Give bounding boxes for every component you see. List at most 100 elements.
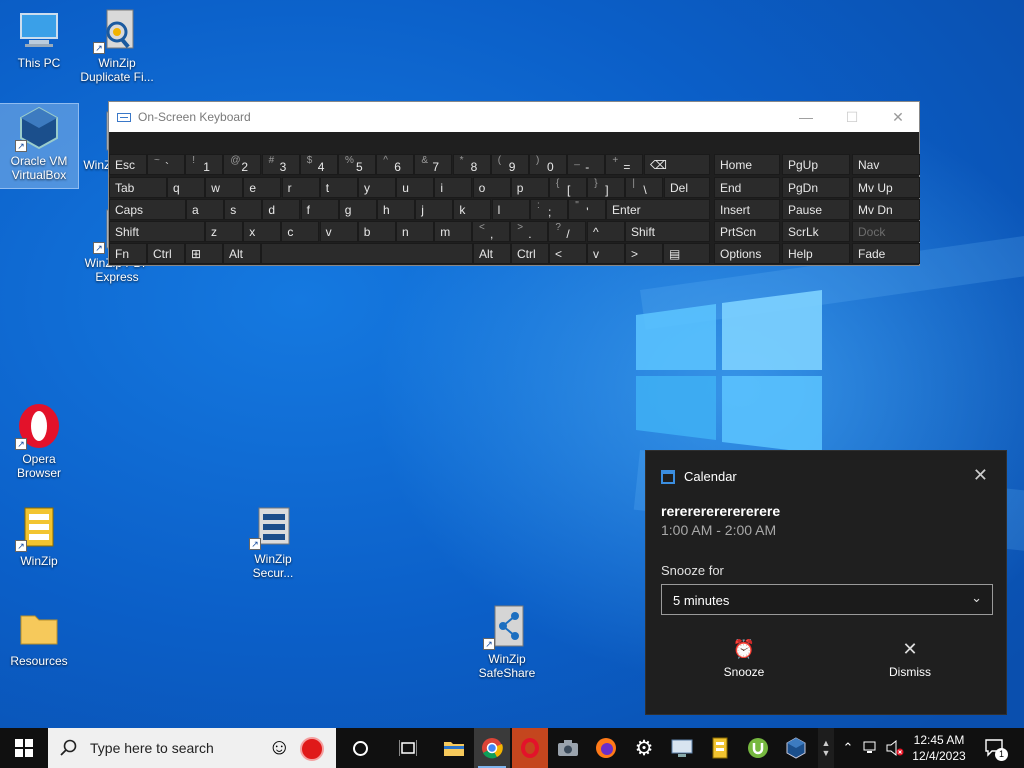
- taskbar-search-box[interactable]: Type here to search ☺: [48, 728, 336, 768]
- calendar-reminder-toast[interactable]: Calendar ✕ rerererererererere 1:00 AM - …: [645, 450, 1007, 715]
- desktop-icon-virtualbox[interactable]: ↗ Oracle VM VirtualBox: [0, 103, 79, 189]
- taskbar-clock[interactable]: 12:45 AM 12/4/2023: [908, 732, 970, 764]
- key-prtscn[interactable]: PrtScn: [714, 221, 780, 242]
- key-][interactable]: }]: [587, 177, 626, 198]
- key-fade[interactable]: Fade: [852, 243, 920, 264]
- desktop-icon-winzip[interactable]: ↗ WinZip: [0, 504, 78, 568]
- key-q[interactable]: q: [167, 177, 205, 198]
- key-6[interactable]: ^ 6: [376, 154, 415, 175]
- winzip-taskbar-button[interactable]: [702, 728, 738, 768]
- desktop-icon-opera[interactable]: ↗ Opera Browser: [0, 402, 78, 480]
- key-8[interactable]: * 8: [452, 154, 491, 175]
- desktop-icon-winzip-secure[interactable]: ↗ WinZip Secur...: [234, 502, 312, 580]
- key-pause[interactable]: Pause: [782, 199, 850, 220]
- key-fn[interactable]: Fn: [109, 243, 147, 264]
- network-status-button[interactable]: [860, 728, 882, 768]
- key-j[interactable]: j: [415, 199, 454, 220]
- key-4[interactable]: $4: [299, 154, 338, 175]
- key-3[interactable]: #3: [261, 154, 300, 175]
- key-caps[interactable]: Caps: [109, 199, 186, 220]
- taskbar-scroll-arrows[interactable]: ▲ ▼: [818, 728, 834, 768]
- key-,[interactable]: <,: [472, 221, 510, 242]
- key-down[interactable]: v: [587, 243, 625, 264]
- key-t[interactable]: t: [319, 177, 358, 198]
- key-x[interactable]: x: [243, 221, 282, 242]
- minimize-button[interactable]: —: [783, 102, 829, 132]
- key-s[interactable]: s: [224, 199, 263, 220]
- key-backspace[interactable]: ⌫: [644, 154, 710, 175]
- key-mv-up[interactable]: Mv Up: [852, 177, 920, 198]
- key-enter[interactable]: Enter: [606, 199, 710, 220]
- snooze-duration-select[interactable]: 5 minutes ⌄: [661, 584, 993, 615]
- key-n[interactable]: n: [396, 221, 434, 242]
- firefox-button[interactable]: [588, 728, 624, 768]
- key-pgdn[interactable]: PgDn: [782, 177, 850, 198]
- key-help[interactable]: Help: [782, 243, 850, 264]
- key-windows[interactable]: ⊞: [185, 243, 223, 264]
- key-5[interactable]: % 5: [338, 154, 376, 175]
- key-pgup[interactable]: PgUp: [782, 154, 850, 175]
- key-;[interactable]: :;: [530, 199, 568, 220]
- key-shift-left[interactable]: Shift: [109, 221, 205, 242]
- key-z[interactable]: z: [205, 221, 243, 242]
- key-2[interactable]: @2: [223, 154, 262, 175]
- key-dock[interactable]: Dock: [852, 221, 920, 242]
- desktop-icon-resources[interactable]: Resources: [0, 604, 78, 668]
- key-shift-right[interactable]: Shift: [625, 221, 710, 242]
- dismiss-button[interactable]: ✕ Dismiss: [830, 639, 990, 679]
- key-m[interactable]: m: [434, 221, 473, 242]
- key-u[interactable]: u: [396, 177, 435, 198]
- key-tab[interactable]: Tab: [109, 177, 167, 198]
- key-v[interactable]: v: [319, 221, 358, 242]
- key-left[interactable]: <: [549, 243, 587, 264]
- key-f[interactable]: f: [300, 199, 339, 220]
- utorrent-button[interactable]: [740, 728, 776, 768]
- desktop-icon-winzip-safeshare[interactable]: ↗ WinZip SafeShare: [468, 602, 546, 680]
- key-a[interactable]: a: [186, 199, 224, 220]
- key-scrlk[interactable]: ScrLk: [782, 221, 850, 242]
- key-up[interactable]: ^: [587, 221, 625, 242]
- volume-button[interactable]: [884, 728, 906, 768]
- key-r[interactable]: r: [281, 177, 320, 198]
- network-app-button[interactable]: [664, 728, 700, 768]
- key-h[interactable]: h: [377, 199, 415, 220]
- key-options[interactable]: Options: [714, 243, 780, 264]
- key-menu[interactable]: ▤: [663, 243, 710, 264]
- close-icon[interactable]: ✕: [973, 465, 988, 486]
- key-.[interactable]: >.: [510, 221, 549, 242]
- file-explorer-button[interactable]: [436, 728, 472, 768]
- key-1[interactable]: ! 1: [185, 154, 224, 175]
- key-d[interactable]: d: [262, 199, 301, 220]
- key--[interactable]: _ -: [567, 154, 606, 175]
- key-esc[interactable]: Esc: [109, 154, 147, 175]
- show-hidden-icons-button[interactable]: ⌃: [838, 728, 858, 768]
- desktop-icon-winzip-duplicate[interactable]: ↗ WinZip Duplicate Fi...: [78, 6, 156, 84]
- task-view-button[interactable]: [390, 728, 426, 768]
- key-[[interactable]: {[: [549, 177, 587, 198]
- key-`[interactable]: ~ `: [147, 154, 185, 175]
- key-mv-dn[interactable]: Mv Dn: [852, 199, 920, 220]
- key-p[interactable]: p: [510, 177, 549, 198]
- settings-button[interactable]: ⚙: [626, 728, 662, 768]
- snooze-button[interactable]: ⏰ Snooze: [664, 639, 824, 679]
- key-i[interactable]: i: [434, 177, 473, 198]
- key-right[interactable]: >: [625, 243, 663, 264]
- maximize-button[interactable]: ☐: [829, 102, 875, 132]
- virtualbox-taskbar-button[interactable]: [778, 728, 814, 768]
- on-screen-keyboard-window[interactable]: On-Screen Keyboard — ☐ ✕ Esc ~ `! 1 @2 #3 $4% 5…: [108, 101, 920, 266]
- camera-button[interactable]: [550, 728, 586, 768]
- cortana-button[interactable]: [342, 728, 378, 768]
- close-button[interactable]: ✕: [875, 102, 921, 132]
- key-nav[interactable]: Nav: [852, 154, 920, 175]
- key-b[interactable]: b: [357, 221, 396, 242]
- key-end[interactable]: End: [714, 177, 780, 198]
- key-c[interactable]: c: [281, 221, 320, 242]
- key-alt-left[interactable]: Alt: [223, 243, 261, 264]
- key-7[interactable]: & 7: [414, 154, 453, 175]
- chrome-button[interactable]: [474, 728, 510, 768]
- key-l[interactable]: l: [491, 199, 530, 220]
- start-button[interactable]: [0, 728, 48, 768]
- action-center-button[interactable]: 1: [978, 728, 1012, 768]
- key-'[interactable]: " ': [568, 199, 607, 220]
- key-home[interactable]: Home: [714, 154, 780, 175]
